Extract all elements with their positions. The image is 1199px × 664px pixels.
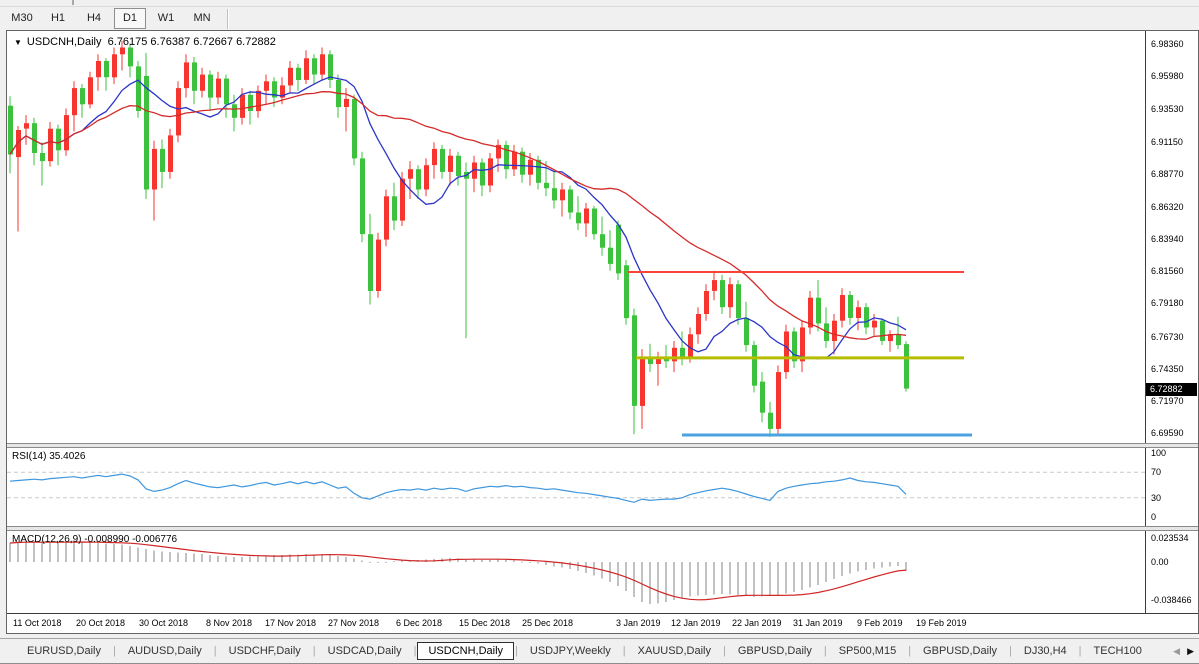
timeframe-button-mn[interactable]: MN: [186, 8, 218, 29]
macd-chart[interactable]: [7, 531, 1145, 613]
price-axis-label: 6.91150: [1151, 137, 1183, 147]
price-axis-label: 6.79180: [1151, 298, 1184, 308]
tab-usdjpy-weekly[interactable]: USDJPY,Weekly: [519, 642, 622, 660]
tab-audusd-daily[interactable]: AUDUSD,Daily: [117, 642, 213, 660]
date-axis-label: 15 Dec 2018: [459, 618, 510, 628]
timeframe-button-h1[interactable]: H1: [42, 8, 74, 29]
date-axis-label: 8 Nov 2018: [206, 618, 252, 628]
chevron-down-icon[interactable]: ▼: [14, 38, 22, 47]
tab-usdcnh-daily[interactable]: USDCNH,Daily: [417, 642, 514, 660]
tab-scroll-left-icon[interactable]: ◀: [1173, 645, 1180, 657]
macd-axis-label: 0.00: [1151, 557, 1169, 567]
date-axis-label: 25 Dec 2018: [522, 618, 573, 628]
tab-gbpusd-daily[interactable]: GBPUSD,Daily: [727, 642, 823, 660]
macd-axis[interactable]: 0.023534 0.00 -0.038466: [1146, 531, 1198, 613]
macd-values: -0.008990 -0.006776: [84, 534, 177, 545]
main-pane-row: ▼ USDCNH,Daily 6.76175 6.76387 6.72667 6.…: [7, 31, 1198, 443]
tab-sp500-m15[interactable]: SP500,M15: [828, 642, 907, 660]
date-axis-label: 17 Nov 2018: [265, 618, 316, 628]
rsi-pane[interactable]: RSI(14) 35.4026: [7, 448, 1146, 526]
price-axis-label: 6.86320: [1151, 202, 1184, 212]
price-axis-label: 6.93530: [1151, 104, 1184, 114]
rsi-indicator-label: RSI(14) 35.4026: [12, 451, 85, 462]
tab-xauusd-daily[interactable]: XAUUSD,Daily: [627, 642, 722, 660]
date-axis-label: 11 Oct 2018: [13, 618, 61, 628]
date-axis-label: 3 Jan 2019: [616, 618, 661, 628]
timeframe-button-w1[interactable]: W1: [150, 8, 182, 29]
rsi-axis-label: 70: [1151, 467, 1161, 477]
macd-axis-label: -0.038466: [1151, 595, 1192, 605]
rsi-line-chart[interactable]: [7, 448, 1145, 526]
macd-pane[interactable]: MACD(12,26,9) -0.008990 -0.006776: [7, 531, 1146, 613]
chart-ohlc-values: 6.76175 6.76387 6.72667 6.72882: [108, 36, 276, 48]
price-axis-label: 6.74350: [1151, 364, 1184, 374]
macd-pane-row: MACD(12,26,9) -0.008990 -0.006776 0.0235…: [7, 531, 1198, 613]
chart-window: ▼ USDCNH,Daily 6.76175 6.76387 6.72667 6.…: [6, 30, 1199, 634]
rsi-axis-label: 0: [1151, 512, 1156, 522]
timeframe-toolbar: M30H1H4D1W1MN: [0, 7, 1199, 30]
price-axis-label: 6.88770: [1151, 169, 1184, 179]
tab-usdcad-daily[interactable]: USDCAD,Daily: [317, 642, 413, 660]
date-axis-label: 9 Feb 2019: [857, 618, 903, 628]
macd-axis-label: 0.023534: [1151, 533, 1189, 543]
date-axis-label: 30 Oct 2018: [139, 618, 188, 628]
macd-indicator-label: MACD(12,26,9) -0.008990 -0.006776: [12, 534, 177, 545]
date-axis-label: 31 Jan 2019: [793, 618, 843, 628]
price-axis-label: 6.98360: [1151, 39, 1184, 49]
date-axis-label: 27 Nov 2018: [328, 618, 379, 628]
date-axis-label: 22 Jan 2019: [732, 618, 782, 628]
tab-gbpusd-daily[interactable]: GBPUSD,Daily: [912, 642, 1008, 660]
rsi-axis[interactable]: 100 70 30 0: [1146, 448, 1198, 526]
date-axis-label: 19 Feb 2019: [916, 618, 967, 628]
date-axis[interactable]: 11 Oct 2018 20 Oct 2018 30 Oct 2018 8 Nov 2…: [7, 613, 1198, 633]
rsi-pane-row: RSI(14) 35.4026 100 70 30 0: [7, 448, 1198, 526]
tab-scroll-arrows: ◀▶: [1173, 645, 1194, 657]
top-edge-divider: [72, 0, 74, 5]
chart-symbol-label: USDCNH,Daily: [27, 36, 102, 48]
candlestick-chart[interactable]: [7, 31, 1145, 443]
tab-usdchf-daily[interactable]: USDCHF,Daily: [218, 642, 312, 660]
main-chart-pane[interactable]: ▼ USDCNH,Daily 6.76175 6.76387 6.72667 6.…: [7, 31, 1146, 443]
price-axis-label: 6.95980: [1151, 71, 1184, 81]
top-edge-strip: [0, 0, 1199, 7]
tab-tech100[interactable]: TECH100: [1083, 642, 1153, 660]
timeframe-button-h4[interactable]: H4: [78, 8, 110, 29]
price-axis[interactable]: 6.72882 6.98360 6.95980 6.93530 6.91150 6.88…: [1146, 31, 1198, 443]
rsi-value: 35.4026: [49, 451, 85, 462]
price-axis-label: 6.69590: [1151, 428, 1184, 438]
tab-eurusd-daily[interactable]: EURUSD,Daily: [16, 642, 112, 660]
date-axis-label: 20 Oct 2018: [76, 618, 125, 628]
rsi-name: RSI(14): [12, 451, 46, 462]
rsi-axis-label: 30: [1151, 493, 1161, 503]
price-axis-label: 6.83940: [1151, 234, 1184, 244]
price-axis-label: 6.81560: [1151, 266, 1184, 276]
rsi-axis-label: 100: [1151, 448, 1166, 458]
timeframe-button-m30[interactable]: M30: [6, 8, 38, 29]
date-axis-label: 12 Jan 2019: [671, 618, 721, 628]
tab-dj30-h4[interactable]: DJ30,H4: [1013, 642, 1078, 660]
timeframe-button-d1[interactable]: D1: [114, 8, 146, 29]
symbol-tab-bar: EURUSD,Daily|AUDUSD,Daily|USDCHF,Daily|U…: [0, 638, 1199, 664]
toolbar-divider: [227, 9, 229, 29]
tab-scroll-right-icon[interactable]: ▶: [1187, 645, 1194, 657]
date-axis-label: 6 Dec 2018: [396, 618, 442, 628]
current-price-badge: 6.72882: [1146, 383, 1197, 396]
macd-name: MACD(12,26,9): [12, 534, 81, 545]
price-axis-label: 6.76730: [1151, 332, 1184, 342]
chart-title: ▼ USDCNH,Daily 6.76175 6.76387 6.72667 6.…: [14, 36, 276, 48]
price-axis-label: 6.71970: [1151, 396, 1184, 406]
